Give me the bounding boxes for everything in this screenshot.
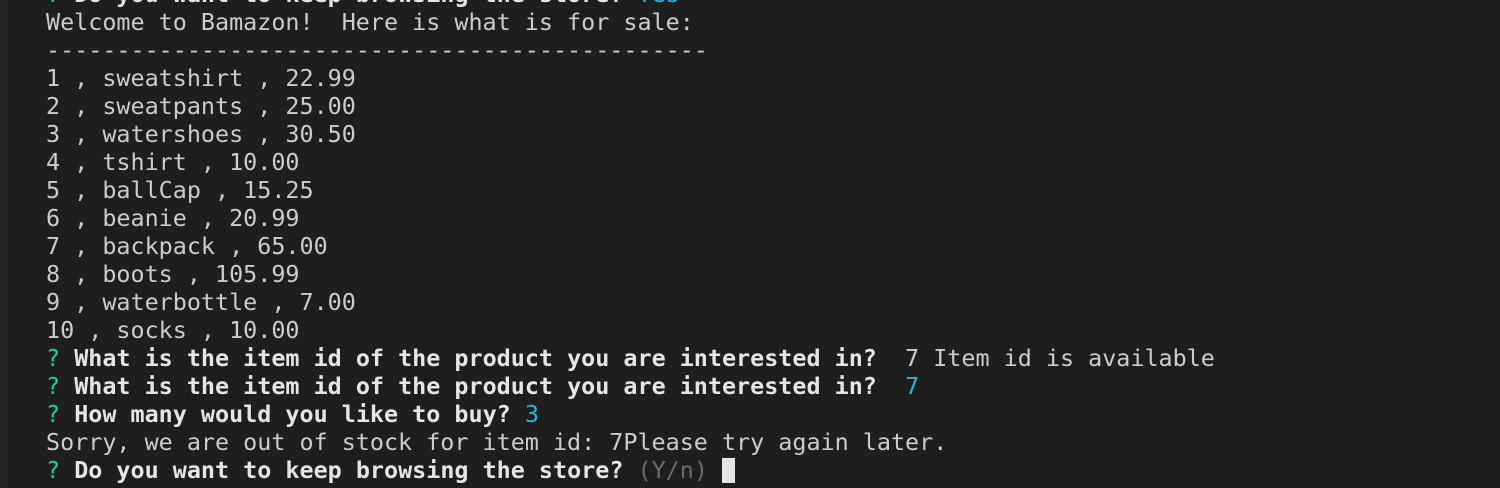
prompt-question: Do you want to keep browsing the store? (74, 456, 624, 484)
separator-line: ----------------------------------------… (46, 36, 708, 64)
product-row: 5 , ballCap , 15.25 (46, 176, 314, 204)
product-row: 7 , backpack , 65.00 (46, 232, 328, 260)
prompt-hint: (Y/n) (637, 456, 708, 484)
prompt-answer: Yes (638, 0, 680, 8)
out-of-stock-message: Sorry, we are out of stock for item id: … (46, 428, 948, 456)
prompt-question: Do you want to keep browsing the store? (74, 0, 623, 8)
prompt-mark: ? (46, 0, 60, 8)
prev-prompt-line: ? Do you want to keep browsing the store… (46, 0, 1500, 8)
item-id-prompt-line: ? What is the item id of the product you… (46, 344, 1500, 372)
prompt-question: What is the item id of the product you a… (74, 372, 877, 400)
product-row: 8 , boots , 105.99 (46, 260, 300, 288)
product-row: 2 , sweatpants , 25.00 (46, 92, 356, 120)
product-row: 4 , tshirt , 10.00 (46, 148, 300, 176)
text-cursor[interactable] (722, 458, 736, 483)
quantity-prompt-line: ? How many would you like to buy? 3 (46, 400, 1500, 428)
browse-prompt-line[interactable]: ? Do you want to keep browsing the store… (46, 456, 1500, 484)
product-row: 10 , socks , 10.00 (46, 316, 300, 344)
terminal-gutter (0, 0, 8, 488)
product-row: 6 , beanie , 20.99 (46, 204, 300, 232)
prompt-answer: 7 (905, 372, 920, 400)
item-id-prompt-line: ? What is the item id of the product you… (46, 372, 1500, 400)
prompt-mark: ? (46, 372, 61, 400)
prompt-mark: ? (46, 456, 61, 484)
prompt-question: How many would you like to buy? (74, 400, 511, 428)
prompt-mark: ? (46, 344, 61, 372)
prompt-mark: ? (46, 400, 61, 428)
prompt-question: What is the item id of the product you a… (74, 344, 877, 372)
product-row: 9 , waterbottle , 7.00 (46, 288, 356, 316)
terminal-window[interactable]: ? Do you want to keep browsing the store… (0, 0, 1500, 488)
product-row: 1 , sweatshirt , 22.99 (46, 64, 356, 92)
product-row: 3 , watershoes , 30.50 (46, 120, 356, 148)
terminal-output: ? Do you want to keep browsing the store… (46, 0, 1500, 484)
prompt-availability-text: 7 Item id is available (876, 344, 1215, 372)
prompt-answer: 3 (524, 400, 539, 428)
welcome-message: Welcome to Bamazon! Here is what is for … (46, 8, 694, 36)
